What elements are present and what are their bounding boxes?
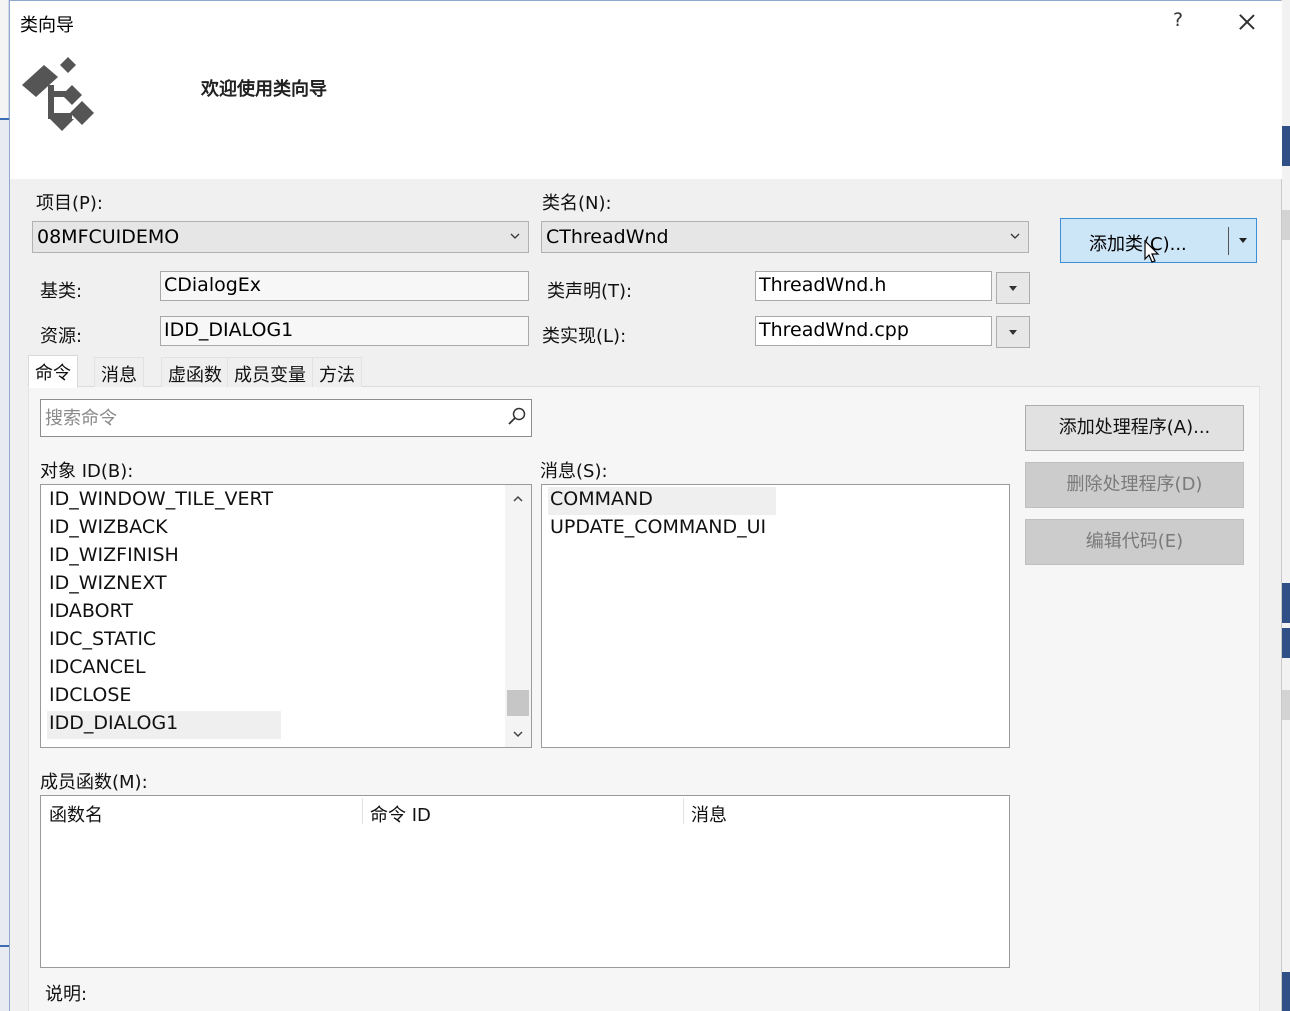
background-block [1282, 690, 1290, 720]
base-class-value: CDialogEx [164, 274, 262, 296]
background-accent-line [0, 118, 9, 120]
background-block [1282, 628, 1290, 658]
class-wizard-logo-icon [22, 57, 94, 131]
classname-value: CThreadWnd [546, 226, 669, 248]
project-combobox[interactable]: 08MFCUIDEMO [32, 221, 529, 253]
list-item[interactable]: IDABORT [47, 599, 135, 627]
add-class-button[interactable]: 添加类(C)... [1089, 230, 1187, 256]
command-search-box [40, 399, 532, 437]
background-accent-line [0, 945, 9, 947]
messages-label: 消息(S): [540, 461, 608, 482]
project-value: 08MFCUIDEMO [37, 226, 180, 248]
class-wizard-dialog: 类向导 ? 欢迎使用类向导 项目(P): 08MFCUIDEMO 类名(N): … [9, 0, 1282, 1011]
chevron-down-icon[interactable] [513, 729, 523, 739]
list-item-selected[interactable]: COMMAND [548, 487, 776, 515]
chevron-down-icon [1010, 233, 1020, 239]
base-class-field: CDialogEx [160, 271, 529, 301]
wizard-banner: 欢迎使用类向导 [10, 45, 1282, 179]
chevron-down-icon [510, 233, 520, 239]
tab-messages[interactable]: 消息 [94, 357, 144, 387]
background-panel [0, 120, 9, 1011]
tab-virtual-functions[interactable]: 虚函数 [161, 357, 229, 387]
resource-value: IDD_DIALOG1 [164, 319, 294, 341]
background-block [1282, 583, 1290, 623]
member-functions-table[interactable]: 函数名 命令 ID 消息 [40, 795, 1010, 968]
chevron-up-icon[interactable] [513, 494, 523, 504]
resource-label: 资源: [40, 326, 83, 347]
column-header-function-name[interactable]: 函数名 [41, 796, 103, 826]
list-item-selected[interactable]: IDD_DIALOG1 [47, 711, 281, 739]
window-title: 类向导 [20, 15, 74, 36]
search-icon[interactable] [506, 406, 528, 428]
list-item[interactable]: ID_WINDOW_TILE_VERT [47, 487, 275, 515]
impl-file-dropdown-button[interactable] [996, 316, 1030, 348]
header-file-label: 类声明(T): [547, 281, 633, 302]
welcome-heading: 欢迎使用类向导 [201, 79, 327, 100]
close-button[interactable] [1232, 7, 1262, 37]
list-item[interactable]: IDCLOSE [47, 683, 133, 711]
tab-methods[interactable]: 方法 [312, 357, 362, 387]
resource-field: IDD_DIALOG1 [160, 316, 529, 346]
column-header-command-id[interactable]: 命令 ID [362, 796, 431, 826]
classname-label: 类名(N): [542, 193, 612, 214]
list-item[interactable]: IDC_STATIC [47, 627, 158, 655]
background-block [1282, 210, 1290, 240]
edit-code-button[interactable]: 编辑代码(E) [1025, 519, 1244, 565]
member-functions-label: 成员函数(M): [40, 772, 148, 793]
tab-commands[interactable]: 命令 [28, 355, 78, 388]
help-button[interactable]: ? [1168, 9, 1188, 35]
list-item[interactable]: IDCANCEL [47, 655, 148, 683]
list-item[interactable]: ID_WIZFINISH [47, 543, 181, 571]
add-handler-button[interactable]: 添加处理程序(A)... [1025, 405, 1244, 451]
tab-member-variables[interactable]: 成员变量 [227, 357, 313, 387]
impl-file-value: ThreadWnd.cpp [759, 319, 909, 341]
scrollbar-thumb[interactable] [507, 690, 529, 716]
messages-listbox[interactable]: COMMAND UPDATE_COMMAND_UI [541, 484, 1010, 748]
delete-handler-button[interactable]: 删除处理程序(D) [1025, 462, 1244, 508]
object-id-listbox[interactable]: ID_WINDOW_TILE_VERT ID_WIZBACK ID_WIZFIN… [40, 484, 532, 748]
classname-combobox[interactable]: CThreadWnd [541, 221, 1029, 253]
header-file-dropdown-button[interactable] [996, 272, 1030, 304]
impl-file-label: 类实现(L): [542, 326, 627, 347]
header-file-field[interactable]: ThreadWnd.h [755, 271, 992, 301]
search-input[interactable] [45, 404, 505, 432]
description-label: 说明: [45, 984, 88, 1005]
object-id-scrollbar[interactable] [505, 485, 531, 747]
background-block [1282, 972, 1290, 1011]
list-item[interactable]: ID_WIZBACK [47, 515, 170, 543]
column-header-message[interactable]: 消息 [683, 796, 727, 826]
list-item[interactable]: UPDATE_COMMAND_UI [548, 515, 768, 543]
background-block [1282, 126, 1290, 166]
title-bar: 类向导 ? [10, 1, 1282, 45]
mouse-cursor-icon [1144, 240, 1160, 263]
header-file-value: ThreadWnd.h [759, 274, 887, 296]
impl-file-field[interactable]: ThreadWnd.cpp [755, 316, 992, 346]
project-label: 项目(P): [36, 193, 103, 214]
object-id-label: 对象 ID(B): [40, 461, 134, 482]
list-item[interactable]: ID_WIZNEXT [47, 571, 169, 599]
background-app-left-edge [0, 0, 9, 1011]
add-class-dropdown-arrow[interactable] [1229, 219, 1257, 262]
base-class-label: 基类: [40, 281, 83, 302]
background-app-right-edge [1281, 0, 1290, 1011]
